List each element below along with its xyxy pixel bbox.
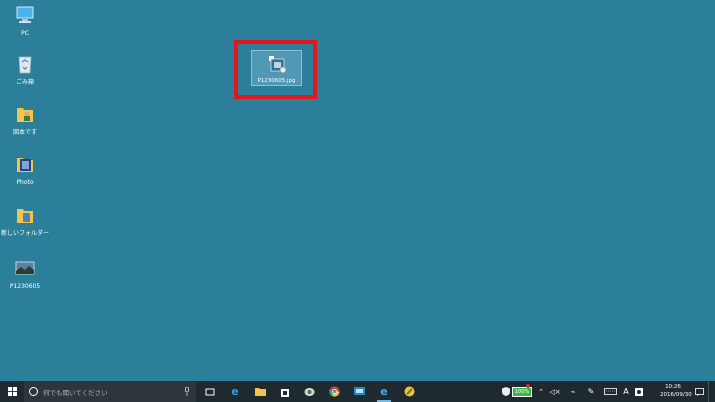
edge-icon: e <box>231 385 239 398</box>
pen-icon: ✎ <box>587 387 595 396</box>
pc-icon <box>16 6 34 23</box>
notification-dot <box>526 384 530 388</box>
tray-app-icon[interactable] <box>500 381 512 402</box>
folder-icon <box>17 209 33 223</box>
photo-folder-icon <box>17 158 33 172</box>
taskbar-app-monitor[interactable] <box>350 381 368 402</box>
desktop-icon-label: 新しいフォルダー <box>0 230 49 237</box>
start-button[interactable] <box>3 381 21 402</box>
taskbar-file-explorer[interactable] <box>251 381 269 402</box>
desktop-icon-image[interactable]: P1230605 <box>0 257 50 290</box>
search-box[interactable]: 何でも聞いてください <box>24 381 196 402</box>
volume-muted-icon: ◁× <box>549 387 561 396</box>
folder-icon <box>254 388 266 396</box>
app-tray-icon <box>635 387 643 396</box>
desktop[interactable]: PC ごみ箱 図本です Photo 新しいフォルダー P1230605 P123… <box>0 0 715 381</box>
desktop-icon-photo[interactable]: Photo <box>0 153 50 186</box>
ime-mode-label: A <box>623 387 629 396</box>
desktop-icon-recycle-bin[interactable]: ごみ箱 <box>0 53 50 86</box>
network-icon: ⌁ <box>570 387 576 396</box>
keyboard-icon <box>603 388 617 395</box>
desktop-icon-new-folder[interactable]: 新しいフォルダー <box>0 204 50 237</box>
desktop-icon-label: P1230605 <box>9 283 41 290</box>
shield-icon <box>502 387 510 396</box>
store-icon <box>281 388 289 397</box>
show-hidden-icons-button[interactable]: ⌃ <box>536 381 546 402</box>
volume-button[interactable]: ◁× <box>549 381 561 402</box>
desktop-icon-label: Photo <box>16 179 34 186</box>
taskbar-app-pen[interactable] <box>400 381 418 402</box>
microphone-icon[interactable] <box>184 387 190 396</box>
pen-app-icon <box>404 386 414 397</box>
desktop-icon-label: 図本です <box>12 129 37 136</box>
recycle-bin-icon <box>18 56 32 74</box>
search-placeholder: 何でも聞いてください <box>43 388 108 397</box>
tray-app-button[interactable] <box>633 381 645 402</box>
red-highlight-box <box>234 40 317 99</box>
action-center-button[interactable] <box>692 381 706 402</box>
pen-workspace-button[interactable]: ✎ <box>585 381 597 402</box>
show-desktop-button[interactable] <box>708 381 715 402</box>
taskbar-chrome[interactable] <box>325 381 343 402</box>
image-file-icon <box>15 261 35 275</box>
desktop-icon-label: PC <box>21 30 29 37</box>
task-view-icon <box>205 388 215 395</box>
ime-mode-button[interactable]: A <box>621 381 631 402</box>
cortana-icon <box>29 387 38 396</box>
internet-explorer-icon: e <box>380 385 388 398</box>
taskbar-app-eye[interactable] <box>300 381 318 402</box>
touch-keyboard-button[interactable] <box>603 381 617 402</box>
clock-time: 10:26 <box>665 384 681 390</box>
network-button[interactable]: ⌁ <box>567 381 579 402</box>
clock[interactable]: 10:26 2016/09/30 <box>660 383 692 399</box>
taskbar: 何でも聞いてください e e 100% ⌃ ◁× ⌁ ✎ A 10:26 201… <box>0 381 715 402</box>
monitor-app-icon <box>353 386 365 395</box>
notifications-icon <box>694 387 704 396</box>
taskbar-edge[interactable]: e <box>226 381 244 402</box>
desktop-icon-label: ごみ箱 <box>15 79 34 86</box>
desktop-icon-pc[interactable]: PC <box>0 4 50 37</box>
task-view-button[interactable] <box>201 381 219 402</box>
app-icon <box>304 387 314 396</box>
taskbar-ie[interactable]: e <box>375 381 393 402</box>
taskbar-store[interactable] <box>276 381 294 402</box>
battery-icon: 100% <box>511 386 533 397</box>
chevron-up-icon: ⌃ <box>538 387 544 396</box>
windows-logo-icon <box>7 387 17 396</box>
clock-date: 2016/09/30 <box>660 392 692 398</box>
desktop-icon-folder-person[interactable]: 図本です <box>0 103 50 136</box>
chrome-icon <box>328 386 340 397</box>
folder-person-icon <box>17 108 33 122</box>
